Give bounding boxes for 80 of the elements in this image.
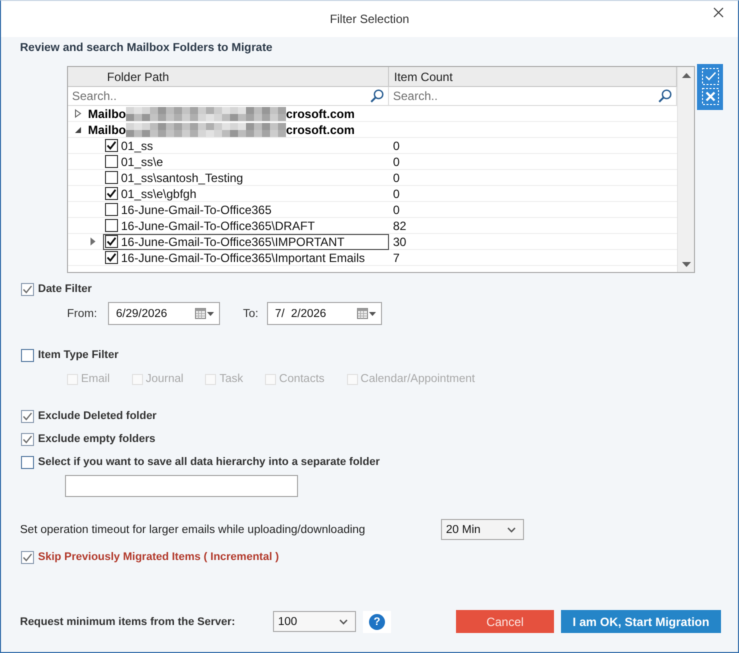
deselect-all-icon[interactable] bbox=[702, 88, 718, 105]
option-label: Task bbox=[219, 373, 244, 385]
search-field[interactable]: Search.. bbox=[72, 88, 370, 104]
option-label: Journal bbox=[146, 373, 184, 385]
checkbox[interactable] bbox=[21, 550, 34, 564]
checkbox[interactable] bbox=[21, 456, 34, 468]
checkbox[interactable] bbox=[105, 187, 118, 200]
option-label: Exclude Deleted folder bbox=[38, 410, 157, 422]
timeout-dropdown[interactable]: 20 Min bbox=[441, 519, 524, 540]
search-field[interactable]: Search.. bbox=[393, 88, 658, 104]
date-field[interactable]: 7/ 2/2026 bbox=[267, 302, 382, 325]
item-count: 30 bbox=[392, 234, 408, 249]
checkbox[interactable] bbox=[105, 251, 118, 264]
dialog-title: Filter Selection bbox=[330, 12, 410, 26]
item-count: 0 bbox=[392, 138, 401, 153]
item-count: 0 bbox=[392, 186, 401, 201]
expand-arrow-icon[interactable] bbox=[74, 109, 82, 118]
checkbox[interactable] bbox=[21, 432, 34, 446]
mailbox-name[interactable]: crosoft.com bbox=[286, 106, 355, 120]
option-label: Skip Previously Migrated Items ( Incremental ) bbox=[38, 551, 279, 563]
vertical-scrollbar[interactable] bbox=[677, 67, 694, 272]
mailbox-name[interactable]: Mailbo bbox=[88, 122, 126, 136]
caret-down-icon[interactable] bbox=[207, 312, 214, 316]
item-count: 0 bbox=[392, 154, 401, 169]
checkbox[interactable] bbox=[105, 219, 118, 232]
scroll-down-arrow-icon[interactable] bbox=[682, 262, 690, 267]
items-dropdown[interactable]: 100 bbox=[273, 611, 356, 632]
option-label: Calendar/Appointment bbox=[360, 373, 475, 385]
item-count: 82 bbox=[392, 218, 408, 233]
search-icon[interactable] bbox=[370, 89, 384, 103]
option-label: Email bbox=[81, 373, 110, 385]
folder-name[interactable]: 16-June-Gmail-To-Office365\Important Emails bbox=[121, 250, 365, 264]
column-header[interactable]: Item Count bbox=[389, 67, 677, 87]
scroll-up-arrow-icon[interactable] bbox=[682, 73, 690, 78]
section-heading: Review and search Mailbox Folders to Migrate bbox=[20, 41, 274, 56]
selected-row-outline[interactable]: 16-June-Gmail-To-Office365\IMPORTANT bbox=[103, 234, 389, 250]
folder-name[interactable]: 01_ss\santosh_Testing bbox=[121, 170, 244, 184]
folder-name[interactable]: 16-June-Gmail-To-Office365\DRAFT bbox=[121, 218, 315, 232]
timeout-label: Set operation timeout for larger emails while uploading/downloading bbox=[20, 524, 366, 536]
folder-name[interactable]: 16-June-Gmail-To-Office365 bbox=[121, 202, 272, 216]
option-label: Date Filter bbox=[38, 283, 92, 295]
folder-name[interactable]: 01_ss bbox=[121, 138, 154, 152]
chevron-down-icon[interactable] bbox=[507, 526, 516, 532]
option-label: Select if you want to save all data hierarchy into a separate folder bbox=[38, 456, 380, 468]
checkbox[interactable] bbox=[21, 410, 34, 422]
item-count: 7 bbox=[392, 250, 401, 265]
mailbox-name[interactable]: Mailbo bbox=[88, 106, 126, 120]
folder-name[interactable]: 01_ss\e bbox=[121, 154, 164, 168]
folder-name-field[interactable] bbox=[65, 475, 298, 497]
checkbox[interactable] bbox=[21, 282, 34, 296]
search-icon[interactable] bbox=[658, 89, 672, 103]
expand-arrow-icon[interactable] bbox=[90, 237, 96, 246]
start-migration-button[interactable]: I am OK, Start Migration bbox=[561, 610, 721, 633]
checkbox[interactable] bbox=[105, 171, 118, 184]
field-label: From: bbox=[67, 308, 98, 320]
chevron-down-icon[interactable] bbox=[339, 618, 348, 624]
option-label: Contacts bbox=[279, 373, 325, 385]
mailbox-name[interactable]: crosoft.com bbox=[286, 122, 355, 136]
checkbox[interactable] bbox=[105, 155, 118, 168]
item-count: 0 bbox=[392, 170, 401, 185]
select-all-icon[interactable] bbox=[702, 68, 718, 85]
help-button[interactable]: ? bbox=[369, 614, 385, 630]
calendar-icon[interactable] bbox=[357, 308, 368, 319]
caret-down-icon[interactable] bbox=[369, 312, 376, 316]
option-label: Item Type Filter bbox=[38, 349, 118, 361]
folder-name[interactable]: 01_ss\e\gbfgh bbox=[121, 186, 196, 200]
checkbox[interactable] bbox=[21, 348, 34, 362]
folder-name[interactable]: 16-June-Gmail-To-Office365\IMPORTANT bbox=[121, 234, 344, 248]
close-icon[interactable] bbox=[713, 7, 724, 18]
request-minimum-label: Request minimum items from the Server: bbox=[20, 616, 236, 628]
column-header[interactable]: Folder Path bbox=[68, 67, 389, 87]
collapse-arrow-icon[interactable] bbox=[74, 126, 82, 134]
item-count: 0 bbox=[392, 202, 401, 217]
option-label: Exclude empty folders bbox=[38, 433, 156, 445]
field-label: To: bbox=[243, 308, 260, 320]
date-field[interactable]: 6/29/2026 bbox=[108, 302, 220, 325]
checkbox[interactable] bbox=[105, 203, 118, 216]
calendar-icon[interactable] bbox=[195, 308, 206, 319]
checkbox[interactable] bbox=[105, 139, 118, 152]
checkbox[interactable] bbox=[105, 235, 118, 248]
